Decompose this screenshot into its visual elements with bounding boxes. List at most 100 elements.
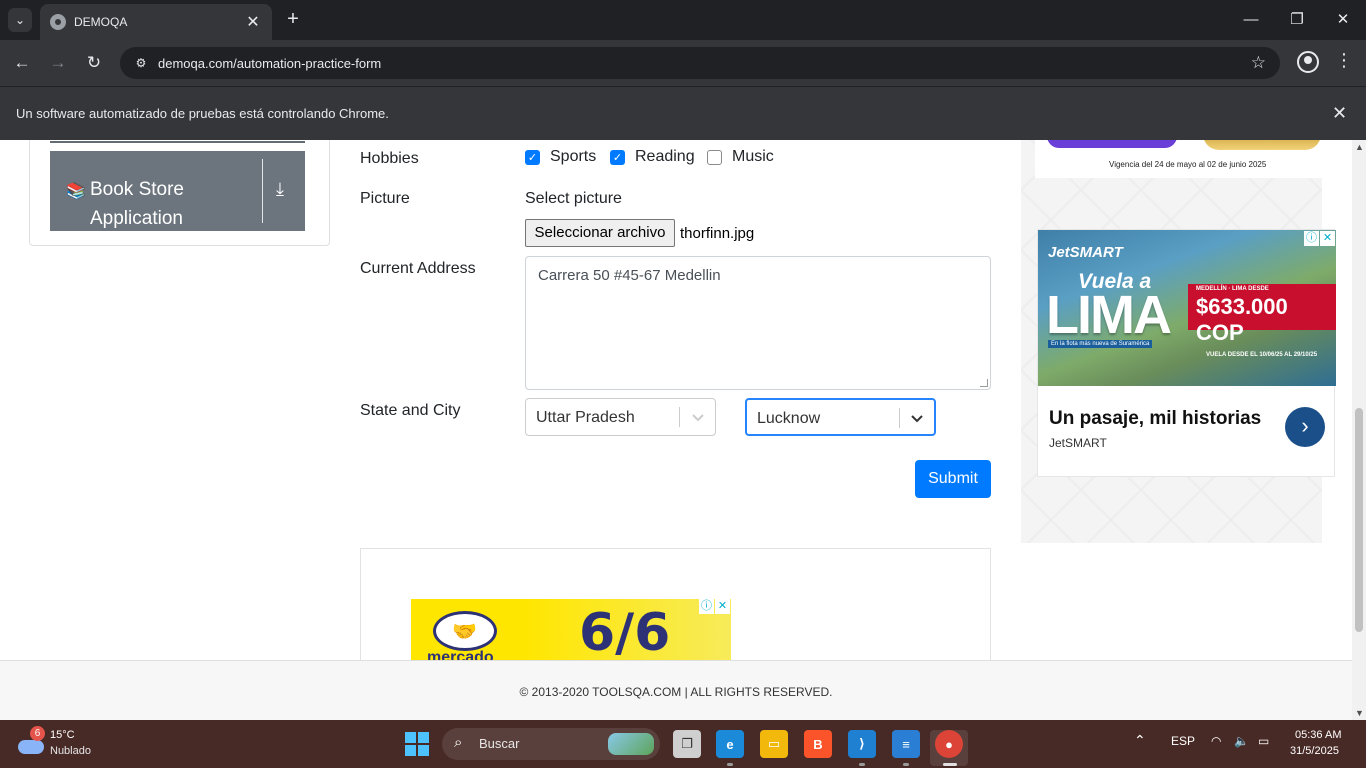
hobby-music-checkbox[interactable]: Music xyxy=(707,148,774,166)
meli-date: 6/6 xyxy=(579,603,671,660)
file-explorer-icon[interactable]: ▭ xyxy=(760,730,788,758)
ad-close-icon[interactable]: ✕ xyxy=(1320,231,1335,246)
submit-button[interactable]: Submit xyxy=(915,460,991,498)
close-window-button[interactable]: ✕ xyxy=(1328,8,1358,32)
chevron-down-icon[interactable] xyxy=(688,407,708,427)
mercadolibre-logo-icon xyxy=(433,611,497,651)
promo-ad-banner[interactable]: Vigencia del 24 de mayo al 02 de junio 2… xyxy=(1035,140,1323,178)
wifi-icon[interactable]: ◠ xyxy=(1211,734,1221,748)
sidebar-divider xyxy=(50,141,305,143)
weather-description[interactable]: Nublado xyxy=(50,745,91,757)
state-select[interactable]: Uttar Pradesh xyxy=(525,398,716,436)
scroll-up-arrow-icon[interactable]: ▲ xyxy=(1355,142,1364,152)
scroll-thumb[interactable] xyxy=(1355,408,1363,632)
page-scrollbar[interactable]: ▲ ▼ xyxy=(1352,140,1366,720)
city-select[interactable]: Lucknow xyxy=(745,398,936,436)
jetsmart-fleet-text: En la flota más nueva de Suramérica xyxy=(1048,340,1153,348)
back-button[interactable]: ← xyxy=(10,51,34,75)
infobar-close-icon[interactable]: ✕ xyxy=(1332,103,1347,124)
edge-icon[interactable]: e xyxy=(716,730,744,758)
checkbox-unchecked-icon[interactable] xyxy=(707,149,722,165)
current-address-label: Current Address xyxy=(360,260,476,277)
footer-copyright: © 2013-2020 TOOLSQA.COM | ALL RIGHTS RES… xyxy=(519,685,833,699)
download-arrow-icon[interactable]: ⤓ xyxy=(276,179,284,200)
chevron-right-icon[interactable]: › xyxy=(1285,407,1325,447)
choose-file-button[interactable]: Seleccionar archivo xyxy=(525,219,675,247)
ad-info-icon[interactable]: ⓘ xyxy=(699,599,714,614)
book-store-label: Book Store Application xyxy=(90,179,184,229)
profile-icon[interactable] xyxy=(1297,51,1319,73)
chevron-down-icon[interactable] xyxy=(907,408,927,428)
tab-search-button[interactable]: ⌄ xyxy=(8,8,32,32)
windows-start-icon[interactable] xyxy=(405,732,429,756)
battery-icon[interactable]: ▭ xyxy=(1258,734,1269,748)
mercadolibre-ad[interactable]: mercado 6/6 ⓘ ✕ xyxy=(411,599,731,660)
checkbox-checked-icon[interactable]: ✓ xyxy=(525,149,540,165)
chrome-menu-icon[interactable]: ⋮ xyxy=(1334,50,1354,71)
promo-price-pill xyxy=(1047,140,1177,148)
checkbox-checked-icon[interactable]: ✓ xyxy=(610,149,625,165)
vscode-icon[interactable]: ⟩ xyxy=(848,730,876,758)
address-bar[interactable]: ⚙ demoqa.com/automation-practice-form ☆ xyxy=(120,47,1280,79)
url-text[interactable]: demoqa.com/automation-practice-form xyxy=(158,56,381,71)
search-icon: ⌕ xyxy=(454,734,463,751)
picture-label: Picture xyxy=(360,190,410,207)
infobar-text: Un software automatizado de pruebas está… xyxy=(16,106,389,121)
ad-info-icon[interactable]: ⓘ xyxy=(1304,231,1319,246)
hobby-music-label[interactable]: Music xyxy=(732,148,774,166)
automation-infobar: Un software automatizado de pruebas está… xyxy=(0,86,1366,140)
tray-overflow-icon[interactable]: ⌃ xyxy=(1134,732,1146,749)
jetsmart-lima-text: LIMA xyxy=(1046,285,1172,345)
taskbar-search[interactable]: ⌕ Buscar xyxy=(442,728,660,760)
search-highlight-image xyxy=(608,733,654,755)
bookmark-star-icon[interactable]: ☆ xyxy=(1251,53,1266,73)
browser-toolbar: ← → ↻ ⚙ demoqa.com/automation-practice-f… xyxy=(0,40,1366,86)
hobbies-label: Hobbies xyxy=(360,150,419,167)
new-tab-button[interactable]: + xyxy=(282,8,304,32)
select-separator xyxy=(679,407,680,427)
clock-date[interactable]: 31/5/2025 xyxy=(1290,745,1339,757)
meli-word: mercado xyxy=(427,649,494,660)
header-divider xyxy=(262,159,263,223)
hobby-sports-checkbox[interactable]: ✓ Sports xyxy=(525,148,596,166)
site-settings-icon[interactable]: ⚙ xyxy=(130,52,152,74)
hobby-reading-checkbox[interactable]: ✓ Reading xyxy=(610,148,695,166)
tab-close-icon[interactable]: ✕ xyxy=(244,12,262,32)
reload-button[interactable]: ↻ xyxy=(82,51,106,75)
brave-icon[interactable]: B xyxy=(804,730,832,758)
clock-time[interactable]: 05:36 AM xyxy=(1295,729,1341,741)
task-view-icon[interactable]: ❐ xyxy=(673,730,701,758)
browser-tab[interactable]: DEMOQA ✕ xyxy=(40,4,272,40)
jetsmart-ad[interactable]: JetSMART Vuela a LIMA MEDELLÍN · LIMA DE… xyxy=(1037,229,1336,477)
jetsmart-ad-image[interactable]: JetSMART Vuela a LIMA MEDELLÍN · LIMA DE… xyxy=(1038,230,1336,386)
chevron-down-icon: ⌄ xyxy=(14,13,26,27)
ad-close-icon[interactable]: ✕ xyxy=(715,599,730,614)
hobby-sports-label[interactable]: Sports xyxy=(550,148,596,166)
chrome-icon[interactable]: ● xyxy=(935,730,963,758)
resize-handle-icon[interactable] xyxy=(980,379,988,387)
windows-taskbar: 6 15°C Nublado ⌕ Buscar ❐ e ▭ B ⟩ ≡ ● ⌃ … xyxy=(0,720,1366,768)
minimize-button[interactable]: — xyxy=(1236,8,1266,32)
bottom-ad-container: mercado 6/6 ⓘ ✕ xyxy=(360,548,991,660)
hobby-reading-label[interactable]: Reading xyxy=(635,148,695,166)
restore-button[interactable]: ❐ xyxy=(1282,8,1312,32)
weather-temperature[interactable]: 15°C xyxy=(50,729,75,741)
language-indicator[interactable]: ESP xyxy=(1171,734,1195,748)
running-indicator xyxy=(859,763,865,766)
sidebar-accordion: 📚 Book Store Application ⤓ xyxy=(29,140,330,246)
jetsmart-price-box: MEDELLÍN · LIMA DESDE $633.000 COP xyxy=(1188,284,1336,345)
notepad-icon[interactable]: ≡ xyxy=(892,730,920,758)
book-store-group-header[interactable]: 📚 Book Store Application ⤓ xyxy=(50,151,305,231)
taskbar-search-placeholder: Buscar xyxy=(479,736,520,751)
city-value: Lucknow xyxy=(757,410,821,427)
books-icon: 📚 xyxy=(66,183,86,200)
selected-file-name: thorfinn.jpg xyxy=(680,225,755,242)
current-address-textarea[interactable]: Carrera 50 #45-67 Medellin xyxy=(525,256,991,390)
forward-button[interactable]: → xyxy=(46,51,70,75)
jetsmart-headline[interactable]: Un pasaje, mil historias xyxy=(1049,408,1261,430)
promo-product-image xyxy=(1203,140,1321,150)
volume-icon[interactable]: 🔈 xyxy=(1234,734,1249,748)
scroll-down-arrow-icon[interactable]: ▼ xyxy=(1355,708,1364,718)
jetsmart-route: MEDELLÍN · LIMA DESDE xyxy=(1196,286,1269,292)
jetsmart-dates: VUELA DESDE EL 10/06/25 AL 29/10/25 xyxy=(1206,352,1318,358)
